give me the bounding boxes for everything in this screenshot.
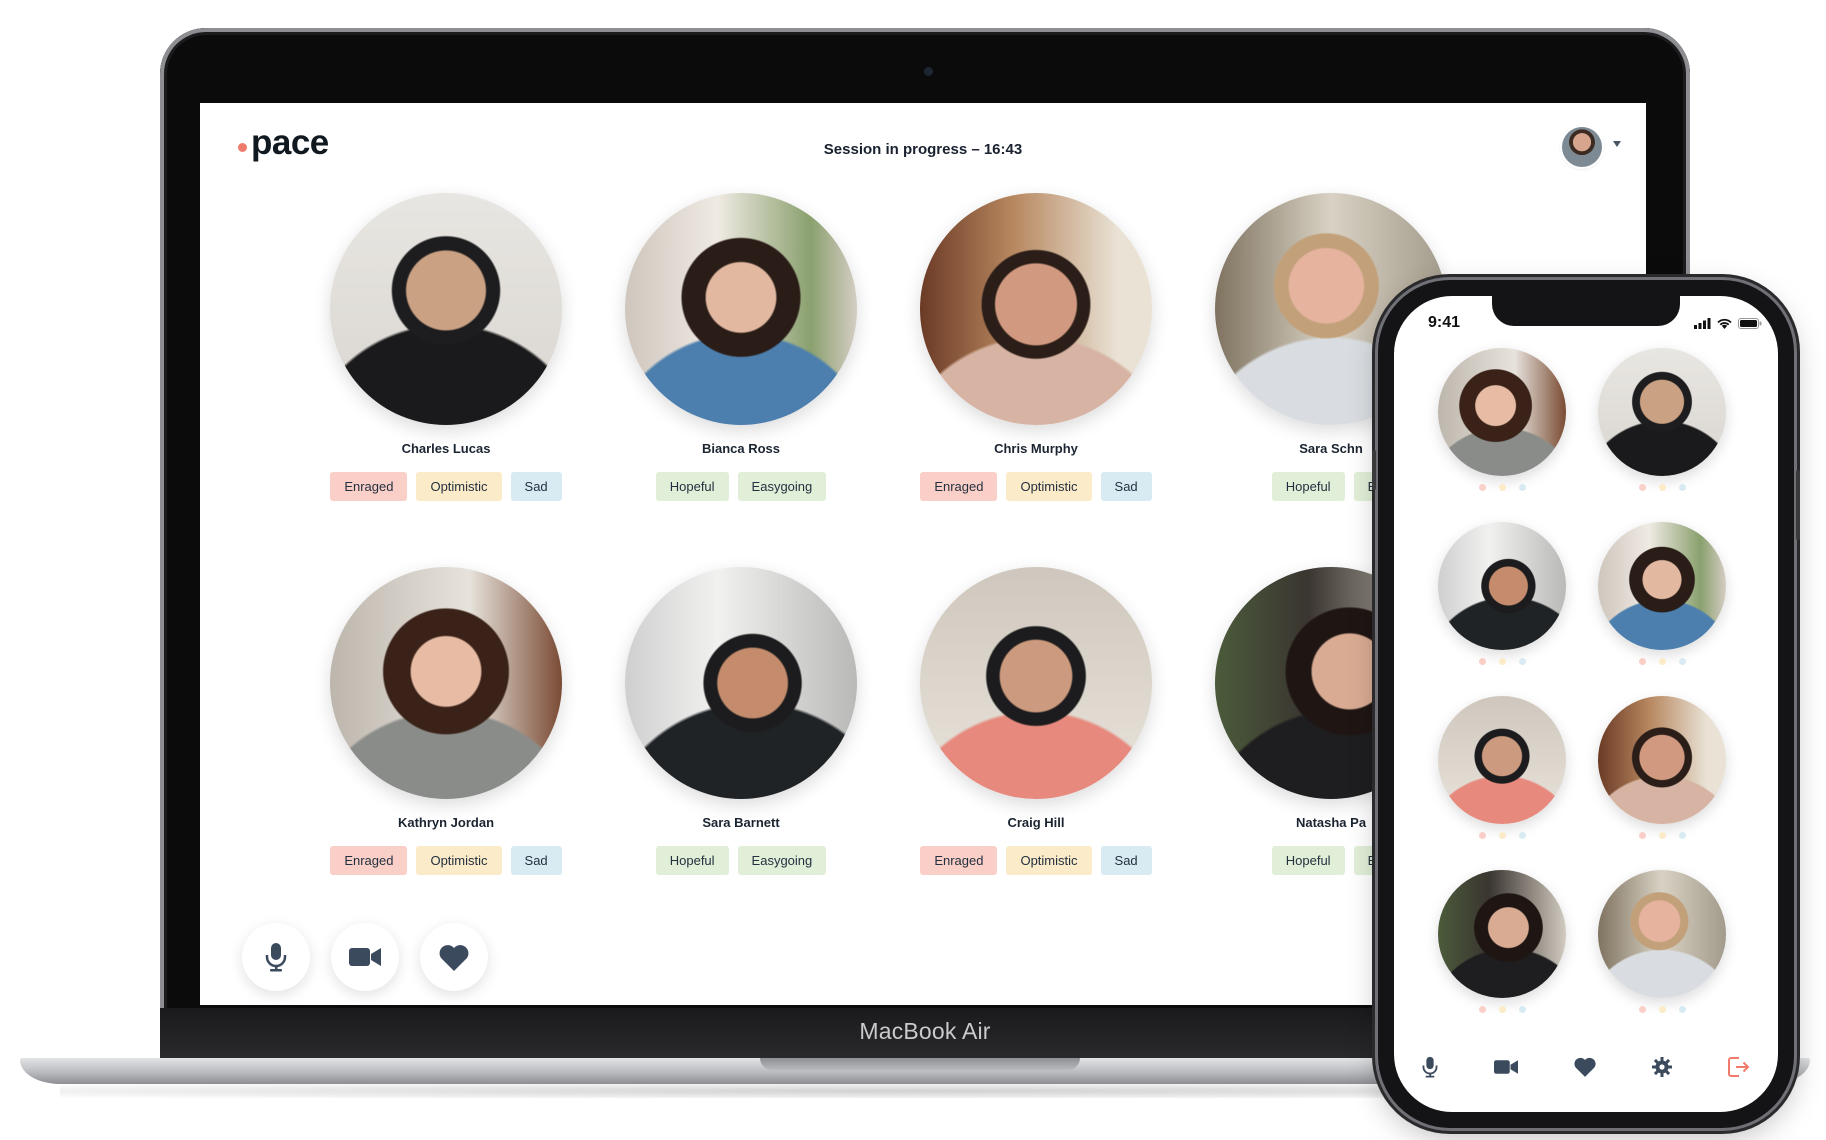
- mood-tag[interactable]: Enraged: [920, 472, 998, 501]
- mood-tag[interactable]: Enraged: [920, 846, 998, 875]
- mood-tags: Hopeful Easygoing: [606, 846, 876, 875]
- microphone-button[interactable]: [242, 923, 310, 991]
- mood-tag[interactable]: Hopeful: [1271, 472, 1345, 501]
- participant-tile[interactable]: Bianca Ross Hopeful Easygoing: [606, 193, 876, 501]
- mood-dots: [1596, 1006, 1728, 1013]
- participant-avatar: [625, 193, 857, 425]
- reaction-button[interactable]: [420, 923, 488, 991]
- mood-tag[interactable]: Hopeful: [655, 472, 729, 501]
- mood-tag[interactable]: Hopeful: [1271, 846, 1345, 875]
- participant-avatar: [1598, 522, 1726, 650]
- mood-tags: Enraged Optimistic Sad: [901, 472, 1171, 501]
- participant-name: Sara Barnett: [702, 815, 780, 830]
- settings-button[interactable]: [1652, 1057, 1672, 1082]
- participant-tile[interactable]: [1436, 870, 1568, 1013]
- participant-avatar: [1438, 870, 1566, 998]
- participant-tile[interactable]: Sara Barnett Hopeful Easygoing: [606, 567, 876, 875]
- video-camera-icon: [349, 948, 381, 966]
- participant-avatar: [1438, 348, 1566, 476]
- participant-avatar: [920, 567, 1152, 799]
- laptop-camera: [924, 67, 933, 76]
- phone-frame: 9:41: [1372, 280, 1800, 1128]
- participant-tile[interactable]: [1436, 348, 1568, 491]
- battery-icon: [1738, 318, 1762, 329]
- heart-icon: [1574, 1057, 1596, 1077]
- participant-avatar: [1438, 522, 1566, 650]
- participant-avatar: [1598, 870, 1726, 998]
- leave-session-button[interactable]: [1728, 1057, 1750, 1082]
- participant-avatar: [1438, 696, 1566, 824]
- mood-dots: [1436, 484, 1568, 491]
- mood-tag[interactable]: Hopeful: [655, 846, 729, 875]
- status-bar-icons: [1694, 318, 1762, 329]
- participant-name: Kathryn Jordan: [397, 815, 495, 830]
- mood-tag[interactable]: Enraged: [330, 846, 408, 875]
- mood-tag[interactable]: Optimistic: [1006, 846, 1092, 875]
- participant-avatar: [625, 567, 857, 799]
- mood-tag[interactable]: Sad: [510, 472, 562, 501]
- mood-dots: [1436, 658, 1568, 665]
- exit-icon: [1728, 1057, 1750, 1077]
- signal-icon: [1694, 318, 1711, 329]
- mood-dots: [1436, 832, 1568, 839]
- mood-tag[interactable]: Optimistic: [416, 846, 502, 875]
- participant-tile[interactable]: Kathryn Jordan Enraged Optimistic Sad: [311, 567, 581, 875]
- mood-tag[interactable]: Enraged: [330, 472, 408, 501]
- microphone-button[interactable]: [1422, 1056, 1438, 1083]
- participant-name: Craig Hill: [1007, 815, 1065, 830]
- phone-app-screen: 9:41: [1394, 296, 1778, 1112]
- video-button[interactable]: [331, 923, 399, 991]
- participant-tile[interactable]: [1596, 696, 1728, 839]
- participant-tile[interactable]: Charles Lucas Enraged Optimistic Sad: [311, 193, 581, 501]
- participant-avatar: [1598, 696, 1726, 824]
- participant-tile[interactable]: [1596, 870, 1728, 1013]
- mood-tags: Enraged Optimistic Sad: [311, 472, 581, 501]
- mood-tag[interactable]: Easygoing: [737, 846, 827, 875]
- participant-tile[interactable]: [1596, 522, 1728, 665]
- mood-tag[interactable]: Easygoing: [737, 472, 827, 501]
- mood-dots: [1596, 484, 1728, 491]
- participant-avatar: [330, 567, 562, 799]
- mood-dots: [1436, 1006, 1568, 1013]
- participant-avatar: [920, 193, 1152, 425]
- phone-toolbar: [1394, 1056, 1778, 1083]
- microphone-icon: [265, 943, 287, 972]
- participant-name: Charles Lucas: [401, 441, 491, 456]
- laptop-opening-notch: [760, 1058, 1080, 1070]
- participant-avatar: [330, 193, 562, 425]
- wifi-icon: [1717, 318, 1732, 329]
- participant-name: Bianca Ross: [701, 441, 781, 456]
- participant-tile[interactable]: [1436, 522, 1568, 665]
- mood-tags: Enraged Optimistic Sad: [311, 846, 581, 875]
- phone-volume-button: [1372, 450, 1376, 490]
- video-camera-icon: [1494, 1060, 1518, 1074]
- mood-tag[interactable]: Sad: [1100, 846, 1152, 875]
- participant-tile[interactable]: Craig Hill Enraged Optimistic Sad: [901, 567, 1171, 875]
- mood-tags: Hopeful Easygoing: [606, 472, 876, 501]
- user-avatar[interactable]: [1562, 127, 1602, 167]
- reaction-button[interactable]: [1574, 1057, 1596, 1082]
- mood-tags: Enraged Optimistic Sad: [901, 846, 1171, 875]
- participant-avatar: [1598, 348, 1726, 476]
- chevron-down-icon[interactable]: [1613, 141, 1621, 147]
- participant-tile[interactable]: [1436, 696, 1568, 839]
- mood-tag[interactable]: Optimistic: [1006, 472, 1092, 501]
- participant-tile[interactable]: [1596, 348, 1728, 491]
- phone-notch: [1492, 296, 1680, 326]
- microphone-icon: [1422, 1056, 1438, 1078]
- mood-tag[interactable]: Sad: [1100, 472, 1152, 501]
- phone-power-button: [1796, 470, 1800, 540]
- mood-dots: [1596, 832, 1728, 839]
- video-button[interactable]: [1494, 1059, 1518, 1080]
- participant-name: Chris Murphy: [994, 441, 1078, 456]
- heart-icon: [439, 944, 469, 971]
- gear-icon: [1652, 1057, 1672, 1077]
- session-status: Session in progress – 16:43: [823, 141, 1023, 158]
- mood-tag[interactable]: Sad: [510, 846, 562, 875]
- mood-tag[interactable]: Optimistic: [416, 472, 502, 501]
- phone-clock: 9:41: [1428, 314, 1461, 331]
- participant-tile[interactable]: Chris Murphy Enraged Optimistic Sad: [901, 193, 1171, 501]
- mood-dots: [1596, 658, 1728, 665]
